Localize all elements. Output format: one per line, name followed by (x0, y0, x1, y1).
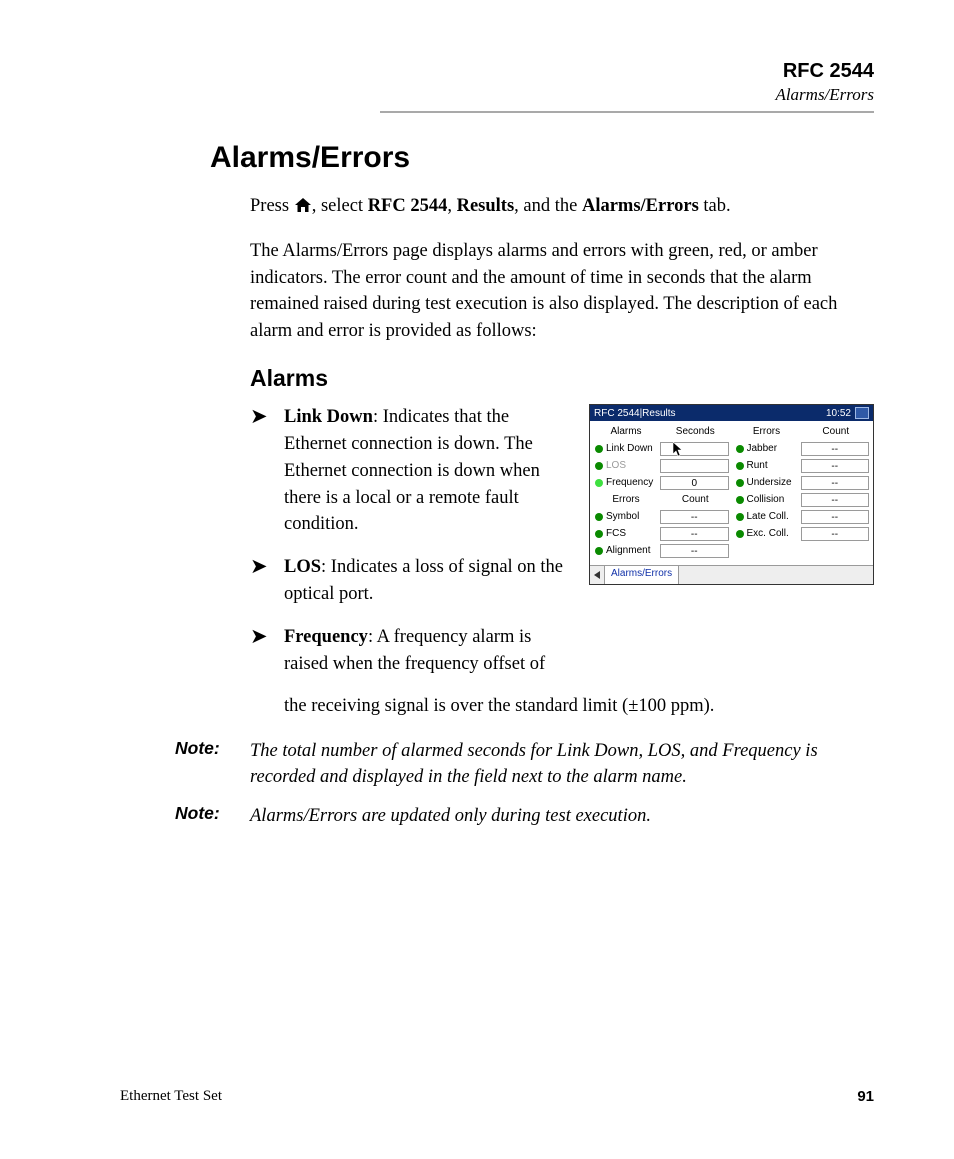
status-indicator (595, 479, 603, 487)
status-indicator (595, 547, 603, 555)
error-row: Collision -- (733, 491, 872, 508)
note-label: Note: (175, 738, 250, 791)
cursor-icon (673, 442, 685, 458)
status-indicator (595, 530, 603, 538)
home-icon (294, 195, 312, 222)
value-cell: -- (801, 442, 870, 456)
bullet-item: ➤ Link Down: Indicates that the Ethernet… (250, 404, 573, 538)
error-row: Alignment -- (592, 542, 731, 559)
value-cell: -- (801, 493, 870, 507)
status-indicator (595, 462, 603, 470)
col-header-errors: Errors (592, 494, 660, 505)
alarm-row: LOS (592, 457, 731, 474)
value-cell: -- (801, 459, 870, 473)
footer-page-number: 91 (857, 1088, 874, 1105)
note-row: Note: The total number of alarmed second… (175, 738, 874, 791)
bullet-arrow-icon: ➤ (250, 624, 284, 678)
status-indicator (595, 513, 603, 521)
embedded-screenshot: RFC 2544|Results 10:52 Alarms Seconds Li… (589, 404, 874, 585)
footer-doc-title: Ethernet Test Set (120, 1088, 222, 1105)
value-cell: -- (660, 527, 729, 541)
running-subtitle: Alarms/Errors (120, 85, 874, 105)
status-indicator (736, 513, 744, 521)
titlebar-icon (855, 407, 869, 419)
error-row: Exc. Coll. -- (733, 525, 872, 542)
alarm-row: Frequency 0 (592, 474, 731, 491)
bullet-arrow-icon: ➤ (250, 404, 284, 538)
value-cell: -- (660, 544, 729, 558)
value-cell (660, 442, 729, 456)
note-label: Note: (175, 803, 250, 829)
bullet-item: ➤ LOS: Indicates a loss of signal on the… (250, 554, 573, 608)
value-cell: -- (660, 510, 729, 524)
note-text: Alarms/Errors are updated only during te… (250, 803, 874, 829)
bullet-continuation: the receiving signal is over the standar… (284, 693, 874, 720)
value-cell: 0 (660, 476, 729, 490)
status-indicator (736, 445, 744, 453)
section-heading: Alarms/Errors (210, 141, 874, 175)
note-row: Note: Alarms/Errors are updated only dur… (175, 803, 874, 829)
window-title: RFC 2544|Results (594, 408, 676, 419)
clock-label: 10:52 (826, 408, 851, 419)
intro-paragraph: Press , select RFC 2544, Results, and th… (250, 193, 874, 222)
left-column: Alarms Seconds Link Down LOS (592, 423, 731, 563)
value-cell (660, 459, 729, 473)
error-row: Late Coll. -- (733, 508, 872, 525)
value-cell: -- (801, 476, 870, 490)
bullet-item: ➤ Frequency: A frequency alarm is raised… (250, 624, 573, 678)
col-header-errors: Errors (733, 426, 801, 437)
header-rule (380, 111, 874, 113)
status-indicator (736, 462, 744, 470)
running-title: RFC 2544 (120, 60, 874, 83)
error-row: Undersize -- (733, 474, 872, 491)
subsection-heading: Alarms (250, 365, 874, 392)
error-row: FCS -- (592, 525, 731, 542)
col-header-count: Count (801, 426, 872, 437)
status-indicator (736, 496, 744, 504)
tab-strip-empty (679, 566, 873, 584)
note-text: The total number of alarmed seconds for … (250, 738, 874, 791)
value-cell: -- (801, 527, 870, 541)
tab-scroll-left-icon[interactable] (590, 566, 605, 584)
status-indicator (736, 479, 744, 487)
col-header-seconds: Seconds (660, 426, 731, 437)
col-header-count: Count (660, 494, 731, 505)
value-cell: -- (801, 510, 870, 524)
error-row: Runt -- (733, 457, 872, 474)
error-row: Symbol -- (592, 508, 731, 525)
error-row: Jabber -- (733, 440, 872, 457)
tab-alarms-errors[interactable]: Alarms/Errors (605, 566, 679, 584)
col-header-alarms: Alarms (592, 426, 660, 437)
right-column: Errors Count Jabber -- Runt -- (733, 423, 872, 563)
status-indicator (595, 445, 603, 453)
description-paragraph: The Alarms/Errors page displays alarms a… (250, 238, 874, 345)
bullet-arrow-icon: ➤ (250, 554, 284, 608)
alarm-row: Link Down (592, 440, 731, 457)
status-indicator (736, 530, 744, 538)
